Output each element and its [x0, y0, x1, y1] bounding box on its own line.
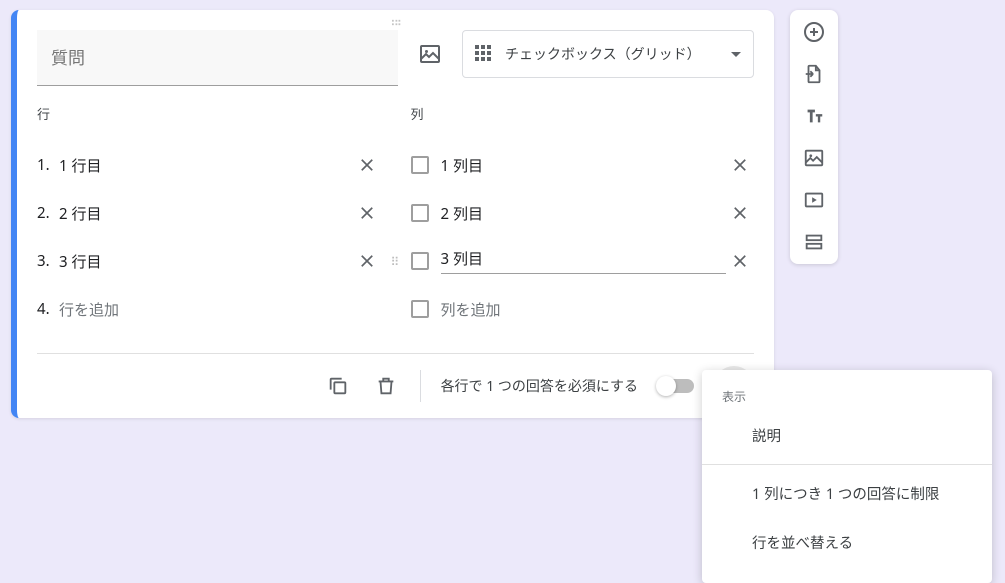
question-card: チェックボックス（グリッド） 行 1. 1 行目 2. 2 行目	[11, 10, 774, 418]
rows-column: 行 1. 1 行目 2. 2 行目 3. 3 行目	[37, 104, 381, 333]
question-title-input[interactable]	[37, 30, 398, 86]
required-label: 各行で 1 つの回答を必須にする	[441, 376, 638, 396]
checkbox-icon	[411, 204, 429, 222]
col-label[interactable]: 1 列目	[441, 155, 727, 176]
col-label[interactable]: 3 列目	[441, 248, 727, 274]
add-question-button[interactable]	[802, 20, 826, 44]
menu-item-limit-one-per-col[interactable]: 1 列につき 1 つの回答に制限	[702, 469, 992, 518]
drag-handle-icon[interactable]: ⠿	[391, 253, 400, 270]
row-label[interactable]: 3 行目	[59, 251, 353, 272]
add-video-button[interactable]	[802, 188, 826, 212]
add-row-button[interactable]: 4. 行を追加	[37, 285, 381, 333]
remove-row-button[interactable]	[353, 199, 381, 227]
grid-icon	[475, 45, 493, 63]
col-item[interactable]: 1 列目	[411, 141, 755, 189]
checkbox-icon	[411, 156, 429, 174]
remove-row-button[interactable]	[353, 247, 381, 275]
row-item[interactable]: 2. 2 行目	[37, 189, 381, 237]
col-item[interactable]: 2 列目	[411, 189, 755, 237]
more-options-menu: 表示 説明 1 列につき 1 つの回答に制限 行を並べ替える	[702, 370, 992, 583]
required-toggle[interactable]	[658, 379, 694, 393]
divider	[420, 370, 421, 402]
chevron-down-icon	[731, 52, 741, 57]
add-image-button-side[interactable]	[802, 146, 826, 170]
cols-header: 列	[411, 104, 755, 123]
remove-col-button[interactable]	[726, 247, 754, 275]
remove-row-button[interactable]	[353, 151, 381, 179]
add-image-button[interactable]	[410, 30, 450, 78]
side-toolbar	[790, 10, 838, 264]
row-item[interactable]: 1. 1 行目	[37, 141, 381, 189]
row-label[interactable]: 2 行目	[59, 203, 353, 224]
checkbox-icon	[411, 252, 429, 270]
menu-item-shuffle-rows[interactable]: 行を並べ替える	[702, 518, 992, 567]
card-drag-handle[interactable]	[17, 10, 774, 30]
remove-col-button[interactable]	[726, 151, 754, 179]
question-type-select[interactable]: チェックボックス（グリッド）	[462, 30, 754, 78]
row-item[interactable]: 3. 3 行目	[37, 237, 381, 285]
question-type-label: チェックボックス（グリッド）	[505, 44, 719, 64]
import-questions-button[interactable]	[802, 62, 826, 86]
divider	[702, 464, 992, 465]
cols-column: 列 1 列目 2 列目 ⠿ 3 列目	[411, 104, 755, 333]
menu-item-description[interactable]: 説明	[702, 411, 992, 460]
remove-col-button[interactable]	[726, 199, 754, 227]
delete-button[interactable]	[372, 372, 400, 400]
col-label[interactable]: 2 列目	[441, 203, 727, 224]
add-title-button[interactable]	[802, 104, 826, 128]
add-col-button[interactable]: 列を追加	[411, 285, 755, 333]
menu-section-header: 表示	[702, 378, 992, 411]
col-item[interactable]: ⠿ 3 列目	[411, 237, 755, 285]
add-section-button[interactable]	[802, 230, 826, 254]
checkbox-icon	[411, 300, 429, 318]
rows-header: 行	[37, 104, 381, 123]
row-label[interactable]: 1 行目	[59, 155, 353, 176]
duplicate-button[interactable]	[324, 372, 352, 400]
